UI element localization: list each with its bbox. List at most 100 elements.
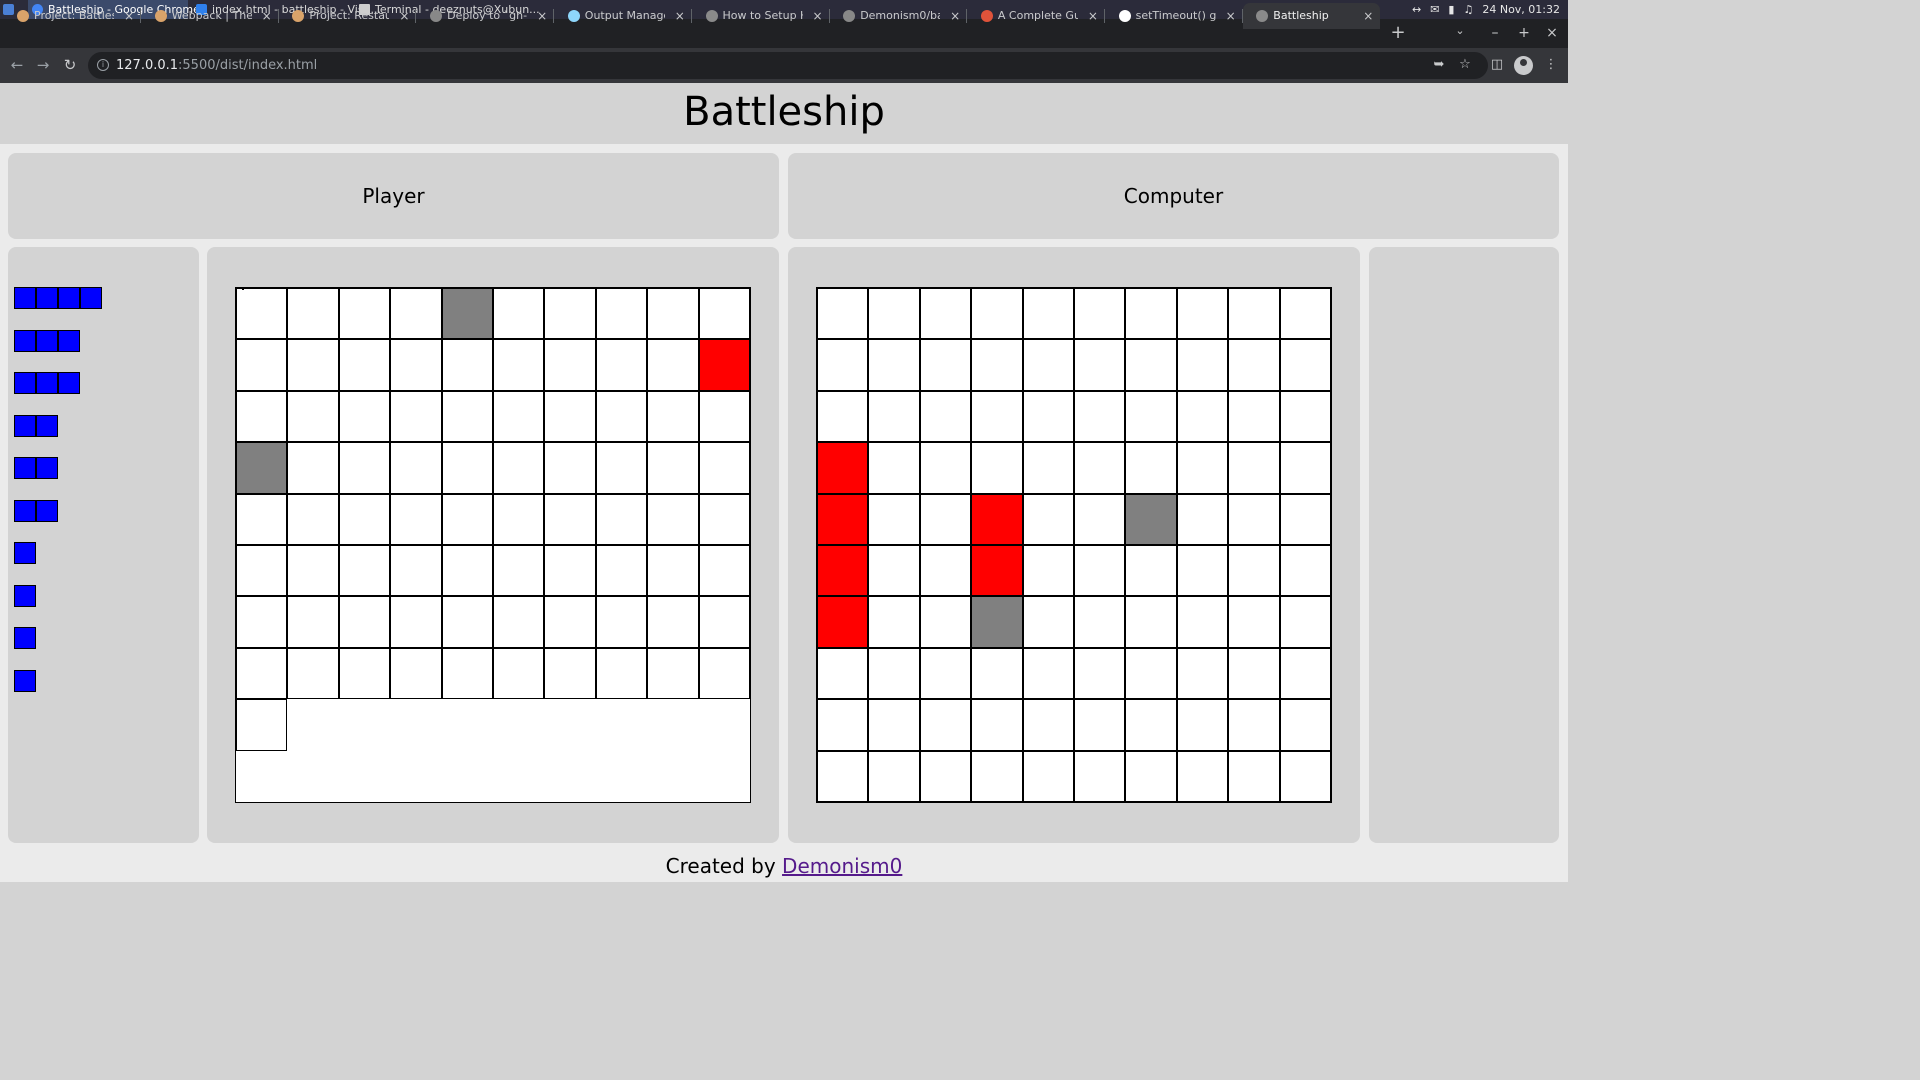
notification-bell-icon[interactable]: ✉ [1430, 0, 1439, 19]
board-cell[interactable] [1176, 545, 1229, 597]
fleet-ship[interactable] [14, 372, 80, 394]
board-cell[interactable] [971, 493, 1023, 545]
board-cell[interactable] [1279, 442, 1331, 494]
back-icon[interactable]: ← [7, 55, 27, 75]
board-cell[interactable] [817, 545, 869, 597]
board-cell[interactable] [1074, 493, 1126, 545]
board-cell[interactable] [868, 596, 920, 648]
board-cell[interactable] [1125, 647, 1177, 700]
bookmark-star-icon[interactable]: ☆ [1456, 56, 1474, 74]
board-cell[interactable] [817, 647, 869, 700]
close-tab-icon[interactable]: × [123, 3, 135, 29]
board-cell[interactable] [971, 390, 1023, 443]
close-tab-icon[interactable]: × [949, 3, 961, 29]
board-cell[interactable] [971, 442, 1023, 494]
board-cell[interactable] [868, 493, 920, 545]
board-cell[interactable] [1125, 339, 1177, 391]
board-cell[interactable] [817, 493, 869, 545]
board-cell[interactable] [1279, 699, 1331, 751]
board-cell[interactable] [1022, 647, 1074, 700]
board-cell[interactable] [1228, 493, 1280, 545]
board-cell[interactable] [1228, 647, 1280, 700]
board-cell[interactable] [868, 647, 920, 700]
board-cell[interactable] [1074, 545, 1126, 597]
close-tab-icon[interactable]: × [812, 3, 824, 29]
board-cell[interactable] [1022, 442, 1074, 494]
close-window-icon[interactable]: × [1543, 22, 1561, 44]
board-cell[interactable] [971, 596, 1023, 648]
board-cell[interactable] [1176, 750, 1229, 802]
board-cell[interactable] [919, 596, 972, 648]
fleet-ship[interactable] [14, 542, 36, 564]
new-tab-button[interactable]: + [1388, 22, 1408, 44]
board-cell[interactable] [1176, 647, 1229, 700]
board-cell[interactable] [868, 442, 920, 494]
board-cell[interactable] [919, 647, 972, 700]
board-cell[interactable] [1022, 390, 1074, 443]
board-cell[interactable] [868, 750, 920, 802]
close-tab-icon[interactable]: × [1087, 3, 1099, 29]
board-cell[interactable] [1279, 647, 1331, 700]
board-cell[interactable] [919, 339, 972, 391]
fleet-ship[interactable] [14, 669, 36, 692]
board-cell[interactable] [817, 288, 869, 340]
board-cell[interactable] [1125, 442, 1177, 494]
minimize-icon[interactable]: – [1486, 22, 1504, 44]
board-cell[interactable] [1228, 390, 1280, 443]
board-cell[interactable] [1125, 288, 1177, 340]
fleet-ship[interactable] [14, 329, 80, 352]
close-tab-icon[interactable]: × [398, 3, 410, 29]
profile-avatar-icon[interactable] [1514, 56, 1533, 75]
board-cell[interactable] [868, 390, 920, 443]
clock[interactable]: 24 Nov, 01:32 [1482, 0, 1560, 19]
fleet-ship[interactable] [14, 287, 102, 309]
network-icon[interactable]: ↔ [1412, 0, 1421, 19]
browser-tab[interactable]: Output Management × [555, 3, 692, 29]
board-cell[interactable] [971, 647, 1023, 700]
board-cell[interactable] [1176, 596, 1229, 648]
board-cell[interactable] [1176, 442, 1229, 494]
board-cell[interactable] [971, 545, 1023, 597]
board-cell[interactable] [1176, 390, 1229, 443]
board-cell[interactable] [919, 545, 972, 597]
kebab-menu-icon[interactable]: ⋮ [1542, 56, 1560, 74]
browser-tab[interactable]: Demonism0/battleship × [830, 3, 968, 29]
board-cell[interactable] [1125, 596, 1177, 648]
fleet-ship[interactable] [14, 584, 36, 607]
board-cell[interactable] [971, 339, 1023, 391]
board-cell[interactable] [971, 750, 1023, 802]
reload-icon[interactable]: ↻ [60, 55, 80, 75]
board-cell[interactable] [1176, 288, 1229, 340]
board-cell[interactable] [1279, 493, 1331, 545]
board-cell[interactable] [1074, 750, 1126, 802]
close-tab-icon[interactable]: × [536, 3, 548, 29]
board-cell[interactable] [1228, 288, 1280, 340]
board-cell[interactable] [919, 442, 972, 494]
volume-icon[interactable]: ♫ [1463, 0, 1473, 19]
address-bar[interactable]: i 127.0.0.1:5500/dist/index.html [88, 52, 1488, 79]
board-cell[interactable] [1228, 699, 1280, 751]
close-tab-icon[interactable]: × [261, 3, 273, 29]
board-cell[interactable] [1022, 596, 1074, 648]
board-cell[interactable] [1074, 699, 1126, 751]
board-cell[interactable] [817, 390, 869, 443]
browser-tab[interactable]: Battleship × [1243, 3, 1381, 29]
close-tab-icon[interactable]: × [1362, 3, 1374, 29]
board-cell[interactable] [1279, 545, 1331, 597]
board-cell[interactable] [1125, 390, 1177, 443]
board-cell[interactable] [1022, 699, 1074, 751]
board-cell[interactable] [919, 390, 972, 443]
board-cell[interactable] [817, 699, 869, 751]
board-cell[interactable] [1279, 596, 1331, 648]
board-cell[interactable] [868, 545, 920, 597]
fleet-ship[interactable] [14, 457, 58, 479]
board-cell[interactable] [1022, 750, 1074, 802]
board-cell[interactable] [1022, 339, 1074, 391]
battery-icon[interactable]: ▮ [1448, 0, 1454, 19]
board-cell[interactable] [1228, 442, 1280, 494]
browser-tab[interactable]: A Complete Guide × [968, 3, 1105, 29]
close-tab-icon[interactable]: × [674, 3, 686, 29]
board-cell[interactable] [1125, 750, 1177, 802]
board-cell[interactable] [1022, 493, 1074, 545]
board-cell[interactable] [1125, 699, 1177, 751]
